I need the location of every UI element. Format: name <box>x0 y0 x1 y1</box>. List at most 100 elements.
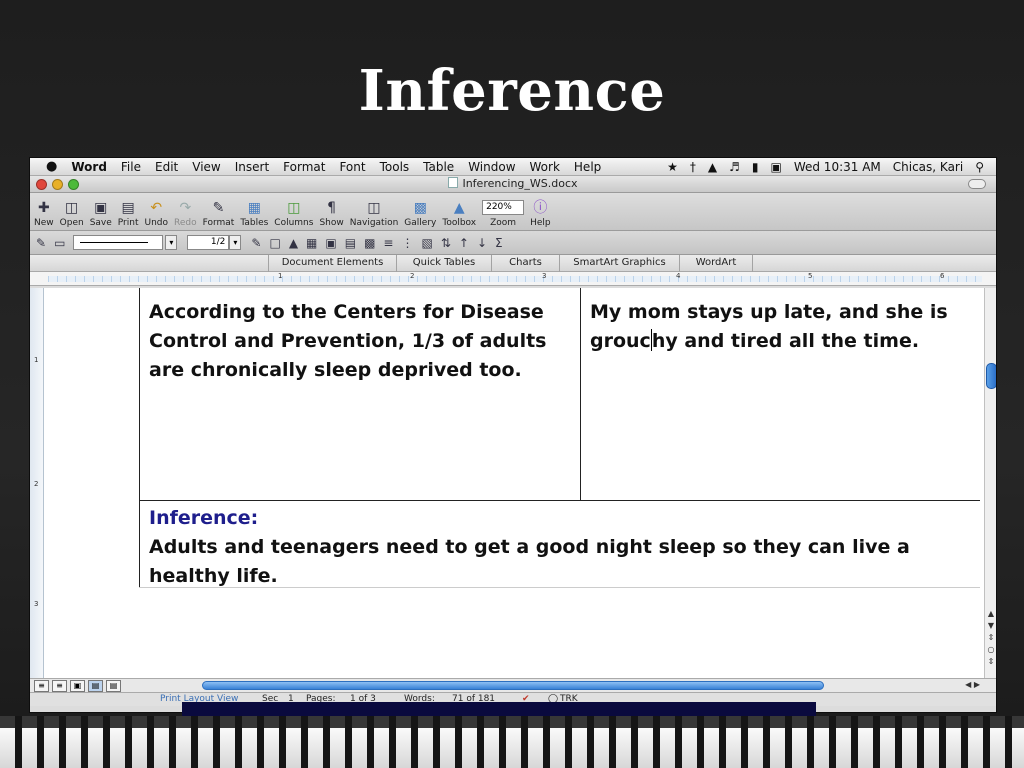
vertical-scrollbar[interactable]: ▲ ▼ ⇕ ○ ⇕ <box>984 288 996 678</box>
print-button[interactable]: ▤ Print <box>118 198 139 230</box>
line-weight-select[interactable]: 1/2 <box>187 235 230 250</box>
battery-icon[interactable]: ▮ <box>752 160 759 174</box>
menu-window[interactable]: Window <box>468 160 515 174</box>
horizontal-scroll-thumb[interactable] <box>202 681 824 690</box>
horizontal-scroll-arrows-icon[interactable]: ◀ ▶ <box>965 680 980 689</box>
pen-color-icon[interactable]: ✎ <box>251 236 261 250</box>
autofit-icon[interactable]: ▧ <box>421 236 432 250</box>
navigation-button[interactable]: ◫ Navigation <box>350 198 399 230</box>
vruler-mark-1: 1 <box>34 356 39 364</box>
inference-text[interactable]: Adults and teenagers need to get a good … <box>149 533 984 591</box>
piano-key <box>594 728 609 768</box>
menu-work[interactable]: Work <box>530 160 560 174</box>
insert-table-icon[interactable]: ▦ <box>306 236 317 250</box>
sort-descending-icon[interactable]: ↓ <box>477 236 487 250</box>
help-button[interactable]: ⓘ Help <box>530 198 551 230</box>
undo-button[interactable]: ↶ Undo <box>144 198 168 230</box>
save-button[interactable]: ▣ Save <box>90 198 112 230</box>
bluetooth-icon[interactable]: † <box>690 160 696 174</box>
menu-table[interactable]: Table <box>423 160 454 174</box>
notebook-view-icon[interactable]: ▤ <box>106 680 121 692</box>
gallery-button[interactable]: ▩ Gallery <box>404 198 436 230</box>
zoom-select[interactable]: 220% <box>482 200 525 215</box>
chevron-down-icon[interactable]: ▾ <box>165 235 178 250</box>
piano-key <box>836 728 851 768</box>
piano-key <box>286 728 301 768</box>
autosum-icon[interactable]: Σ <box>495 236 503 250</box>
horizontal-scrollbar-row: ≡ ≡ ▣ ▤ ▤ ◀ ▶ <box>30 678 996 692</box>
border-box-icon[interactable]: □ <box>269 236 280 250</box>
print-layout-view-icon[interactable]: ▤ <box>88 680 103 692</box>
distribute-rows-icon[interactable]: ≡ <box>383 236 393 250</box>
tables-button[interactable]: ▦ Tables <box>240 198 268 230</box>
eraser-icon[interactable]: ▭ <box>54 236 65 250</box>
zoom-control[interactable]: 220% Zoom <box>482 198 525 230</box>
outline-view-icon[interactable]: ≡ <box>52 680 67 692</box>
drawing-toolbar: ✎ ▭ ▾ 1/2 ▾ ✎ □ ▲ ▦ ▣ ▤ ▩ ≡ ⋮ ▧ ⇅ ↑ ↓ Σ <box>30 231 996 255</box>
format-painter-button[interactable]: ✎ Format <box>203 198 235 230</box>
table-grid-icon: ▦ <box>247 200 261 216</box>
publishing-view-icon[interactable]: ▣ <box>70 680 85 692</box>
columns-button[interactable]: ◫ Columns <box>274 198 313 230</box>
align-cell-icon[interactable]: ▩ <box>364 236 375 250</box>
tab-document-elements[interactable]: Document Elements <box>268 255 396 272</box>
vertical-ruler[interactable]: 1 2 3 <box>30 288 44 678</box>
toolbox-button[interactable]: ▲ Toolbox <box>442 198 476 230</box>
menu-user[interactable]: Chicas, Kari <box>893 160 963 174</box>
document-page[interactable]: According to the Centers for Disease Con… <box>44 288 980 678</box>
scroll-arrows-icon[interactable]: ▲ ▼ ⇕ ○ ⇕ <box>986 608 996 668</box>
shading-bucket-icon[interactable]: ▲ <box>289 236 298 250</box>
piano-key-reflection <box>242 716 257 728</box>
menu-edit[interactable]: Edit <box>155 160 178 174</box>
draft-view-icon[interactable]: ≡ <box>34 680 49 692</box>
input-menu-icon[interactable]: ▣ <box>770 160 781 174</box>
menu-help[interactable]: Help <box>574 160 601 174</box>
piano-key <box>1012 728 1024 768</box>
piano-key-reflection <box>638 716 653 728</box>
piano-key-reflection <box>484 716 499 728</box>
toolbar-toggle-button[interactable] <box>968 179 986 189</box>
menu-app-word[interactable]: Word <box>71 160 107 174</box>
new-button[interactable]: ✚ New <box>34 198 54 230</box>
horizontal-ruler[interactable]: 1 2 3 4 5 6 <box>30 272 996 286</box>
distribute-columns-icon[interactable]: ⋮ <box>401 236 413 250</box>
piano-key-reflection <box>88 716 103 728</box>
sort-ascending-icon[interactable]: ↑ <box>459 236 469 250</box>
piano-key-reflection <box>264 716 279 728</box>
slide-title: Inference <box>358 58 666 124</box>
piano-key-reflection <box>462 716 477 728</box>
table-cell-observation[interactable]: My mom stays up late, and she is grouchy… <box>590 298 975 356</box>
split-cells-icon[interactable]: ▤ <box>345 236 356 250</box>
menu-view[interactable]: View <box>192 160 220 174</box>
line-style-select[interactable] <box>73 235 164 250</box>
wifi-icon[interactable]: ▲ <box>708 160 717 174</box>
vertical-scroll-thumb[interactable] <box>986 363 996 389</box>
open-button[interactable]: ◫ Open <box>60 198 84 230</box>
spotlight-search-icon[interactable]: ⚲ <box>975 160 984 174</box>
piano-key <box>264 728 279 768</box>
ribbon-tab-bar: Document Elements Quick Tables Charts Sm… <box>30 255 996 272</box>
tab-quick-tables[interactable]: Quick Tables <box>396 255 491 272</box>
pencil-icon[interactable]: ✎ <box>36 236 46 250</box>
text-direction-icon[interactable]: ⇅ <box>441 236 451 250</box>
menu-file[interactable]: File <box>121 160 141 174</box>
volume-icon[interactable]: ♬ <box>729 160 740 174</box>
menu-tools[interactable]: Tools <box>380 160 410 174</box>
merge-cells-icon[interactable]: ▣ <box>325 236 336 250</box>
menu-clock[interactable]: Wed 10:31 AM <box>794 160 881 174</box>
piano-key-reflection <box>528 716 543 728</box>
menu-font[interactable]: Font <box>339 160 365 174</box>
piano-key-reflection <box>858 716 873 728</box>
menu-insert[interactable]: Insert <box>235 160 269 174</box>
chevron-down-icon[interactable]: ▾ <box>229 235 242 250</box>
table-cell-fact[interactable]: According to the Centers for Disease Con… <box>149 298 574 385</box>
redo-button[interactable]: ↷ Redo <box>174 198 197 230</box>
show-button[interactable]: ¶ Show <box>319 198 343 230</box>
menu-format[interactable]: Format <box>283 160 325 174</box>
tab-charts[interactable]: Charts <box>491 255 559 272</box>
scripts-icon[interactable]: ★ <box>667 160 678 174</box>
tab-wordart[interactable]: WordArt <box>679 255 753 272</box>
tab-smartart-graphics[interactable]: SmartArt Graphics <box>559 255 679 272</box>
inference-label: Inference: <box>149 507 259 529</box>
apple-icon[interactable]: ● <box>46 159 57 174</box>
